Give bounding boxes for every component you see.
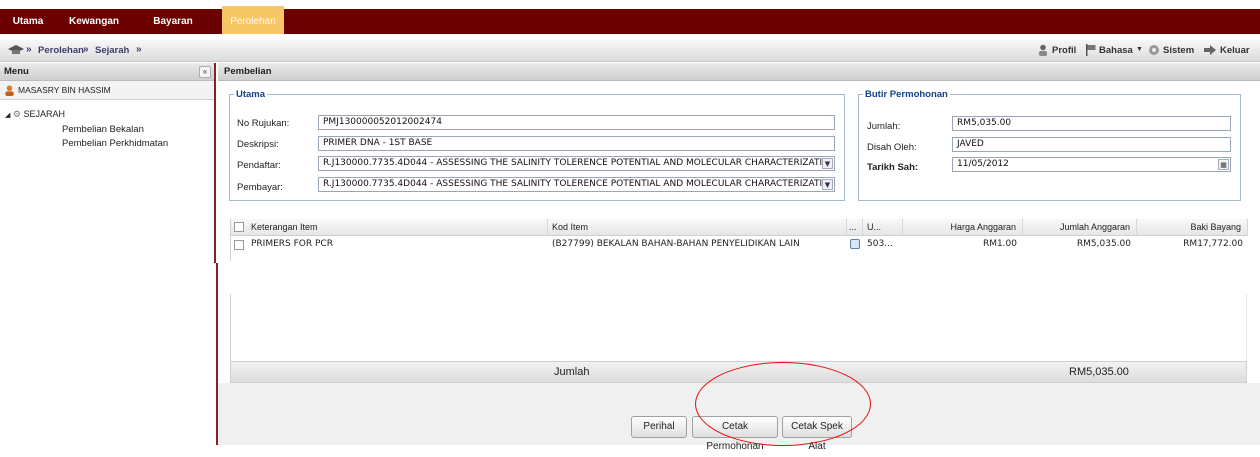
chevron-down-icon[interactable]: ▼	[822, 158, 833, 169]
deskripsi-field[interactable]: PRIMER DNA - 1ST BASE	[318, 136, 835, 151]
breadcrumb-separator: »	[83, 44, 89, 55]
select-all-checkbox[interactable]	[234, 222, 244, 232]
chevron-down-icon[interactable]: ▼	[1136, 46, 1143, 53]
flag-icon	[1086, 44, 1096, 56]
no-rujukan-label: No Rujukan:	[237, 118, 290, 129]
top-navigation: Utama Kewangan Bayaran Perolehan	[0, 0, 1260, 40]
breadcrumb-separator: »	[136, 44, 142, 55]
disah-oleh-field[interactable]: JAVED	[952, 137, 1231, 152]
pendaftar-select[interactable]: R.J130000.7735.4D044 - ASSESSING THE SAL…	[318, 156, 835, 171]
sidebar-title: Menu	[4, 66, 29, 77]
col-dots-header[interactable]: ...	[847, 219, 863, 236]
footer-bar: Perihal Cetak Permohonan Cetak Spek Alat	[218, 383, 1260, 452]
chevron-down-icon[interactable]: ▼	[822, 179, 833, 190]
cetak-permohonan-button[interactable]: Cetak Permohonan	[692, 416, 778, 452]
jumlah-label: Jumlah:	[867, 121, 901, 132]
col-harga-header[interactable]: Harga Anggaran	[903, 219, 1023, 236]
tab-bayaran[interactable]: Bayaran	[146, 9, 200, 34]
tab-perolehan[interactable]: Perolehan	[222, 6, 284, 34]
logout-arrow-icon	[1204, 45, 1216, 55]
row-checkbox[interactable]	[234, 240, 244, 250]
jumlah-field[interactable]: RM5,035.00	[952, 116, 1231, 131]
gear-icon	[1149, 45, 1159, 55]
tarikh-sah-field[interactable]: 11/05/2012 ▦	[952, 157, 1231, 172]
tab-utama[interactable]: Utama	[12, 9, 44, 34]
tab-kewangan[interactable]: Kewangan	[58, 9, 130, 34]
history-icon: ⚙	[12, 109, 21, 119]
utama-legend: Utama	[236, 89, 266, 100]
butir-permohonan-legend: Butir Permohonan	[865, 89, 948, 100]
calendar-icon[interactable]: ▦	[1218, 159, 1229, 170]
col-kod-header[interactable]: Kod Item	[548, 219, 847, 236]
summary-bar: Jumlah RM5,035.00	[230, 361, 1247, 383]
expanded-triangle-icon[interactable]: ◢	[5, 112, 10, 119]
keluar-link[interactable]: Keluar	[1220, 45, 1250, 56]
cetak-spek-alat-button[interactable]: Cetak Spek Alat	[782, 416, 852, 452]
row-keterangan: PRIMERS FOR PCR	[251, 239, 333, 249]
tree-root-sejarah[interactable]: ◢ ⚙ SEJARAH	[5, 109, 65, 120]
disah-oleh-label: Disah Oleh:	[867, 142, 917, 153]
bahasa-menu[interactable]: Bahasa	[1099, 45, 1133, 56]
tarikh-sah-value: 11/05/2012	[957, 159, 1009, 169]
sidebar: Menu « MASASRY BIN HASSIM ◢ ⚙ SEJARAH Pe…	[0, 63, 216, 263]
breadcrumb-separator: »	[26, 44, 32, 55]
col-baki-header[interactable]: Baki Bayang	[1137, 219, 1248, 236]
tarikh-sah-label: Tarikh Sah:	[867, 162, 919, 173]
pembayar-value: R.J130000.7735.4D044 - ASSESSING THE SAL…	[323, 179, 829, 189]
row-harga: RM1.00	[982, 239, 1017, 249]
no-rujukan-field[interactable]: PMJ130000052012002474	[318, 115, 835, 130]
pendaftar-value: R.J130000.7735.4D044 - ASSESSING THE SAL…	[323, 158, 829, 168]
col-jumlah-header[interactable]: Jumlah Anggaran	[1023, 219, 1137, 236]
col-u-header[interactable]: U...	[863, 219, 903, 236]
collapse-sidebar-button[interactable]: «	[199, 66, 211, 78]
pembayar-select[interactable]: R.J130000.7735.4D044 - ASSESSING THE SAL…	[318, 177, 835, 192]
items-grid: Keterangan Item Kod Item ... U... Harga …	[230, 219, 1248, 261]
profil-link[interactable]: Profil	[1052, 45, 1076, 56]
grid-empty-area	[230, 294, 1247, 361]
user-name: MASASRY BIN HASSIM	[18, 85, 111, 95]
user-row: MASASRY BIN HASSIM	[0, 81, 214, 100]
tree-root-label: SEJARAH	[23, 109, 66, 119]
panel-title: Pembelian	[218, 63, 1260, 81]
col-keterangan-label: Keterangan Item	[251, 222, 318, 232]
summary-total: RM5,035.00	[1069, 366, 1129, 378]
pendaftar-label: Pendaftar:	[237, 160, 281, 171]
sidebar-header: Menu «	[0, 63, 214, 81]
breadcrumb-sejarah[interactable]: Sejarah	[95, 45, 129, 56]
nav-bar: Utama Kewangan Bayaran Perolehan	[0, 6, 1260, 34]
summary-label: Jumlah	[554, 366, 590, 378]
user-icon	[1039, 44, 1047, 56]
row-lookup[interactable]	[850, 237, 862, 252]
lookup-icon[interactable]	[850, 238, 860, 249]
graduation-cap-icon[interactable]	[8, 44, 24, 56]
row-kod: (B27799) BEKALAN BAHAN-BAHAN PENYELIDIKA…	[552, 239, 800, 249]
pembayar-label: Pembayar:	[237, 182, 283, 193]
sidebar-item-pembelian-perkhidmatan[interactable]: Pembelian Perkhidmatan	[62, 138, 168, 149]
perihal-button[interactable]: Perihal	[631, 416, 687, 438]
col-keterangan-header[interactable]: Keterangan Item	[231, 219, 548, 236]
row-baki: RM17,772.00	[1183, 239, 1243, 249]
breadcrumb-toolbar: » Perolehan » Sejarah » Profil Bahasa ▼ …	[0, 40, 1260, 62]
row-u: 503...	[867, 239, 893, 249]
sistem-menu[interactable]: Sistem	[1163, 45, 1194, 56]
sidebar-item-pembelian-bekalan[interactable]: Pembelian Bekalan	[62, 124, 144, 135]
row-jumlah: RM5,035.00	[1076, 239, 1131, 249]
breadcrumb-perolehan[interactable]: Perolehan	[38, 45, 84, 56]
user-icon	[5, 85, 14, 96]
deskripsi-label: Deskripsi:	[237, 139, 279, 150]
